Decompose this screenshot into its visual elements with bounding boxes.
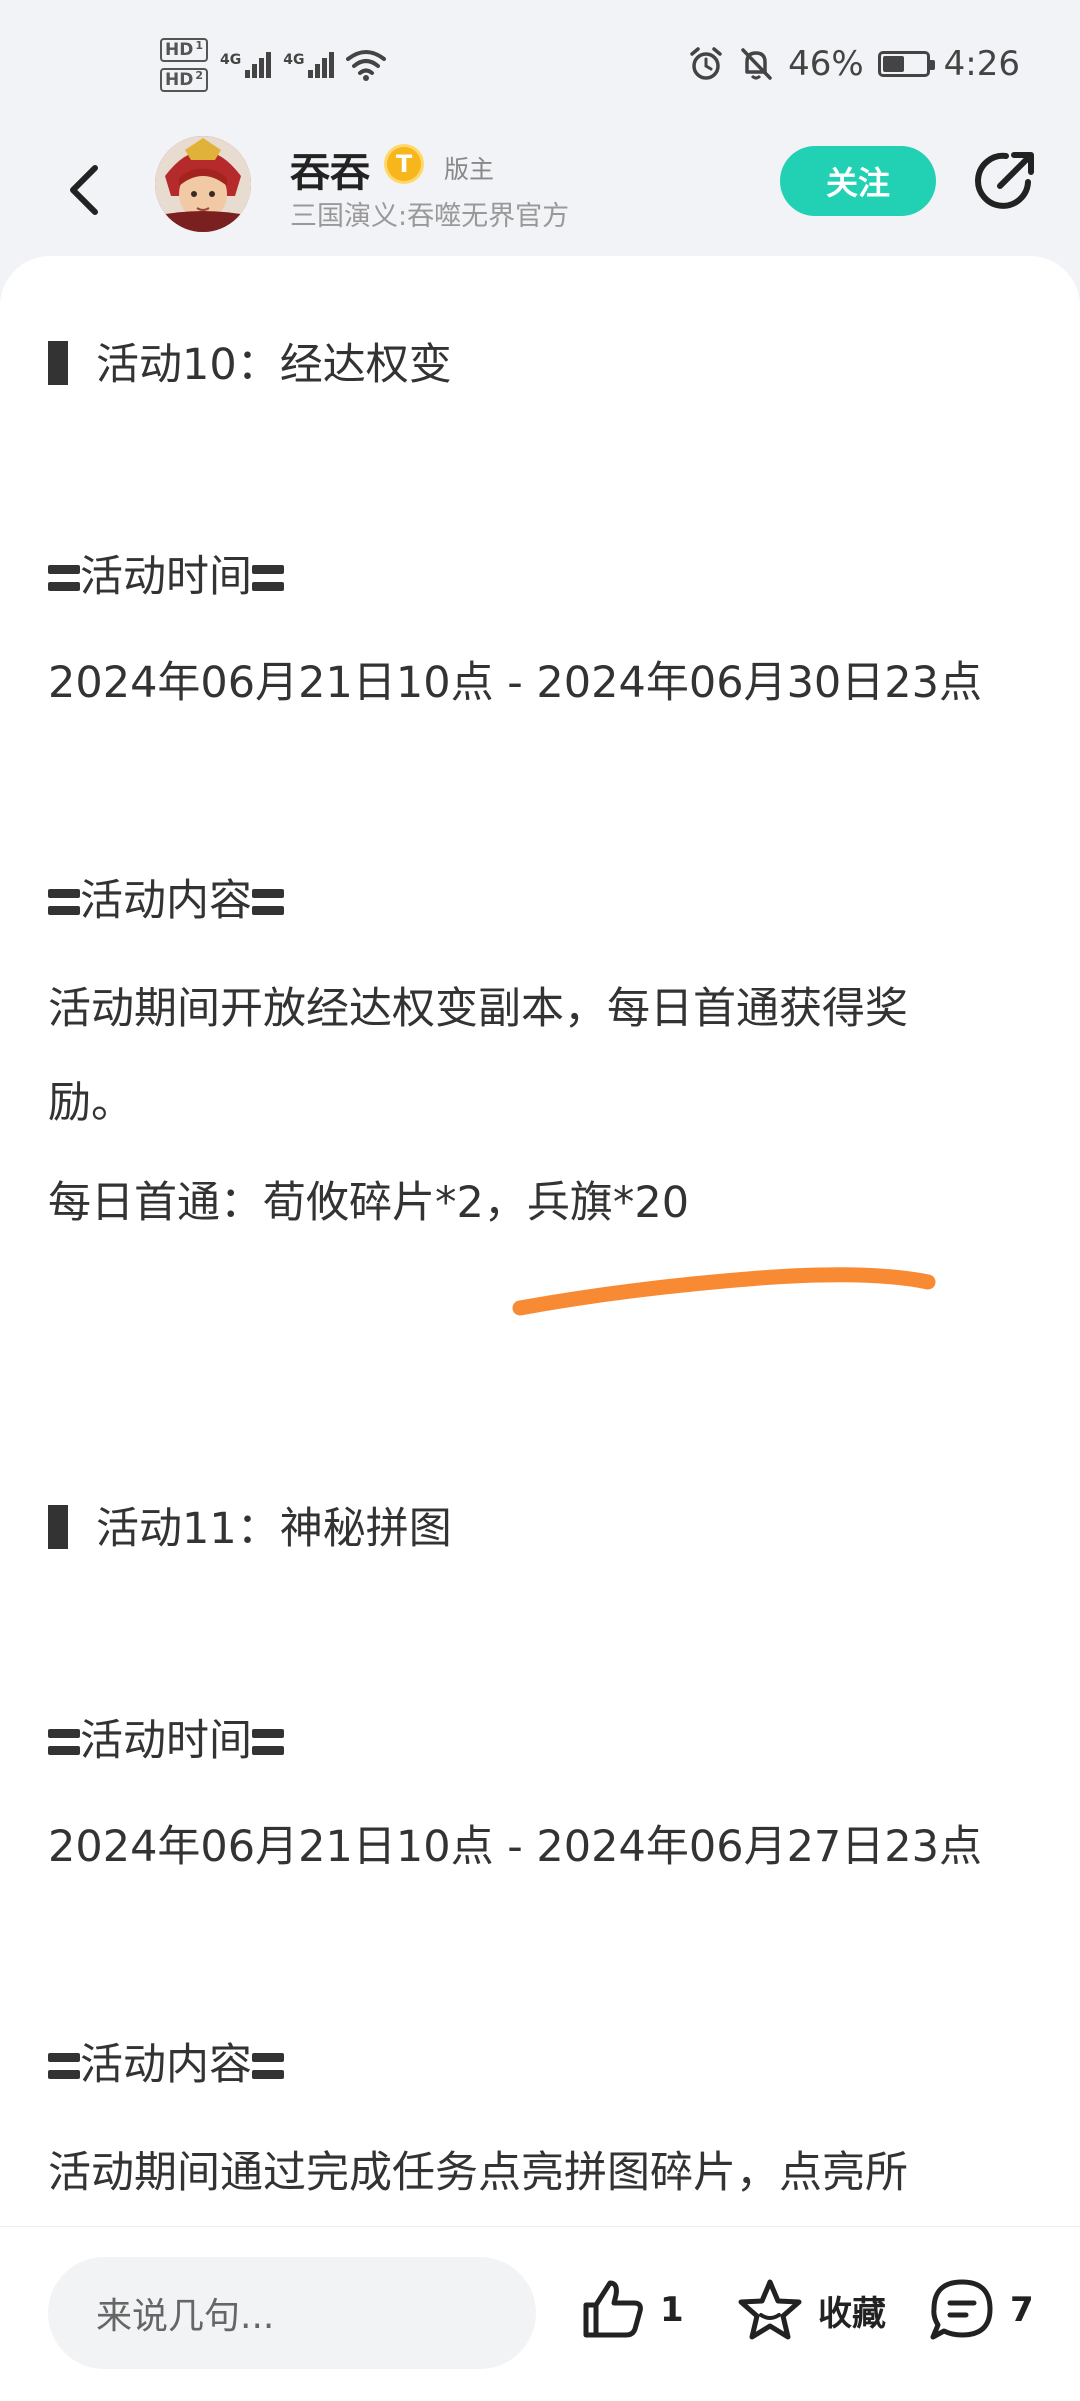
equals-icon	[48, 1727, 80, 1757]
hd-indicators: HD 1 HD 2	[160, 38, 208, 92]
avatar-image	[155, 136, 251, 232]
chevron-left-icon	[70, 165, 98, 215]
clock: 4:26	[943, 44, 1020, 84]
activity11-content-heading-text: 活动内容	[80, 2040, 252, 2090]
equals-icon	[48, 887, 80, 917]
activity10-desc-line1: 活动期间开放经达权变副本，每日首通获得奖	[48, 984, 908, 1034]
activity11-time-heading: 活动时间	[48, 1706, 284, 1768]
activity10-title: 活动10：经达权变	[48, 330, 452, 392]
hd1-indicator: HD 1	[160, 38, 208, 62]
equals-icon	[252, 887, 284, 917]
activity10-content-heading: 活动内容	[48, 866, 284, 928]
signal-2-icon: 4G	[283, 52, 335, 78]
like-count: 1	[660, 2290, 684, 2330]
user-name[interactable]: 吞吞	[290, 140, 370, 198]
wifi-icon	[346, 50, 387, 81]
hd2-indicator: HD 2	[160, 68, 208, 92]
post-header: 吞吞 T 版主 三国演义:吞噬无界官方 关注	[0, 130, 1080, 250]
comment-bubble-icon	[930, 2279, 993, 2340]
activity11-content-heading: 活动内容	[48, 2030, 284, 2092]
activity10-time-heading: 活动时间	[48, 542, 284, 604]
section-bar-icon	[48, 341, 68, 385]
activity10-reward: 每日首通：荀攸碎片*2，兵旗*20	[48, 1178, 690, 1228]
status-right: 46% 4:26	[688, 44, 1020, 84]
comment-button[interactable]: 7	[928, 2277, 1034, 2343]
battery-fill	[882, 56, 904, 72]
section-bar-icon	[48, 1505, 68, 1549]
activity11-desc-line1: 活动期间通过完成任务点亮拼图碎片，点亮所	[48, 2148, 908, 2198]
activity10-title-text: 活动10：经达权变	[96, 340, 452, 390]
star-icon	[738, 2279, 802, 2340]
like-button[interactable]: 1	[580, 2277, 684, 2343]
battery-icon	[877, 51, 935, 77]
avatar[interactable]	[155, 136, 251, 232]
activity10-time-heading-text: 活动时间	[80, 552, 252, 602]
highlight-stroke	[512, 1267, 936, 1316]
status-left: HD 1 HD 2 4G 4G	[160, 38, 387, 92]
activity10-desc-line2: 励。	[48, 1078, 134, 1128]
equals-icon	[48, 2051, 80, 2081]
activity11-title: 活动11：神秘拼图	[48, 1494, 452, 1556]
thumbs-up-icon	[583, 2280, 643, 2338]
user-subtitle: 三国演义:吞噬无界官方	[290, 201, 570, 232]
alarm-icon	[690, 47, 722, 80]
back-button[interactable]	[50, 155, 120, 225]
user-role: 版主	[444, 155, 495, 184]
equals-icon	[252, 1727, 284, 1757]
comment-count: 7	[1010, 2290, 1034, 2330]
post-content: 活动10：经达权变 活动时间 2024年06月21日10点 - 2024年06月…	[0, 256, 1080, 2226]
activity10-time: 2024年06月21日10点 - 2024年06月30日23点	[48, 658, 983, 708]
status-bar: HD 1 HD 2 4G 4G 46% 4:26	[0, 0, 1080, 130]
mute-bell-icon	[741, 48, 772, 80]
bottom-action-bar: 来说几句... 1 收藏 7	[0, 2226, 1080, 2401]
favorite-label: 收藏	[818, 2293, 886, 2334]
signal-1-icon: 4G	[220, 52, 272, 78]
user-level-badge: T	[384, 144, 424, 184]
equals-icon	[252, 2051, 284, 2081]
battery-percent: 46%	[788, 44, 864, 84]
follow-button[interactable]: 关注	[780, 146, 936, 216]
activity11-time-heading-text: 活动时间	[80, 1716, 252, 1766]
share-button[interactable]	[970, 146, 1040, 216]
equals-icon	[48, 563, 80, 593]
activity11-title-text: 活动11：神秘拼图	[96, 1504, 452, 1554]
share-icon	[975, 152, 1034, 209]
favorite-button[interactable]: 收藏	[736, 2277, 886, 2343]
comment-input[interactable]: 来说几句...	[48, 2257, 536, 2369]
equals-icon	[252, 563, 284, 593]
activity10-content-heading-text: 活动内容	[80, 876, 252, 926]
activity11-time: 2024年06月21日10点 - 2024年06月27日23点	[48, 1822, 983, 1872]
